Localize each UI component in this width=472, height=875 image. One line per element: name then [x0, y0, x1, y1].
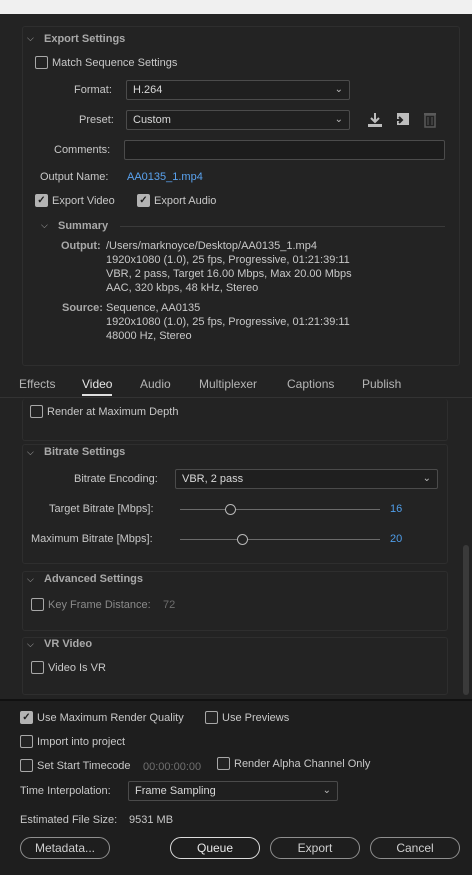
import-project-checkbox[interactable]: [20, 735, 33, 748]
max-bitrate-slider-knob[interactable]: [237, 534, 248, 545]
comments-field[interactable]: [124, 140, 445, 160]
set-start-timecode-checkbox[interactable]: [20, 759, 33, 772]
source-line: Sequence, AA0135: [106, 302, 201, 314]
use-max-render-label: Use Maximum Render Quality: [37, 712, 184, 724]
bitrate-encoding-dropdown[interactable]: VBR, 2 pass ⌄: [175, 469, 438, 489]
target-bitrate-label: Target Bitrate [Mbps]:: [49, 503, 154, 515]
render-max-depth-checkbox[interactable]: [30, 405, 43, 418]
use-max-render-checkbox[interactable]: ✓: [20, 711, 33, 724]
chevron-down-icon: ⌄: [334, 84, 343, 95]
video-is-vr-label: Video Is VR: [48, 662, 106, 674]
window-top-bar: [0, 0, 472, 14]
cancel-button[interactable]: Cancel: [370, 837, 460, 859]
output-line: 1920x1080 (1.0), 25 fps, Progressive, 01…: [106, 254, 350, 266]
render-alpha-checkbox[interactable]: [217, 757, 230, 770]
chevron-down-icon[interactable]: ⌵: [27, 33, 34, 44]
summary-divider: [120, 226, 445, 227]
tab-captions[interactable]: Captions: [287, 377, 334, 391]
format-dropdown[interactable]: H.264 ⌄: [126, 80, 350, 100]
chevron-down-icon: ⌄: [422, 473, 431, 484]
output-line: VBR, 2 pass, Target 16.00 Mbps, Max 20.0…: [106, 268, 352, 280]
export-video-label: Export Video: [52, 195, 115, 207]
chevron-down-icon[interactable]: ⌵: [27, 574, 34, 585]
export-video-checkbox[interactable]: ✓: [35, 194, 48, 207]
max-bitrate-value[interactable]: 20: [390, 533, 402, 545]
use-previews-label: Use Previews: [222, 712, 290, 724]
settings-tabs: Effects Video Audio Multiplexer Captions…: [0, 370, 472, 398]
preset-value: Custom: [133, 114, 171, 126]
export-audio-checkbox[interactable]: ✓: [137, 194, 150, 207]
target-bitrate-value[interactable]: 16: [390, 503, 402, 515]
key-frame-label: Key Frame Distance:: [48, 599, 151, 611]
time-interp-dropdown[interactable]: Frame Sampling ⌄: [128, 781, 338, 801]
comments-label: Comments:: [54, 144, 111, 156]
match-sequence-label: Match Sequence Settings: [52, 57, 178, 69]
preset-dropdown[interactable]: Custom ⌄: [126, 110, 350, 130]
export-settings-header: Export Settings: [44, 33, 126, 45]
scrollbar-thumb[interactable]: [463, 545, 469, 695]
key-frame-checkbox[interactable]: [31, 598, 44, 611]
import-project-label: Import into project: [37, 736, 126, 748]
est-file-size-value: 9531 MB: [129, 814, 174, 826]
bitrate-settings-header: Bitrate Settings: [44, 446, 126, 458]
queue-button[interactable]: Queue: [170, 837, 260, 859]
time-interp-value: Frame Sampling: [135, 785, 216, 797]
target-bitrate-slider-track[interactable]: [180, 509, 380, 510]
bitrate-encoding-label: Bitrate Encoding:: [74, 473, 158, 485]
render-max-depth-label: Render at Maximum Depth: [47, 406, 179, 418]
output-line: AAC, 320 kbps, 48 kHz, Stereo: [106, 282, 259, 294]
chevron-down-icon[interactable]: ⌵: [41, 220, 48, 231]
max-bitrate-label: Maximum Bitrate [Mbps]:: [31, 533, 153, 545]
tab-audio[interactable]: Audio: [140, 377, 171, 391]
tab-video[interactable]: Video: [82, 377, 113, 396]
source-line: 1920x1080 (1.0), 25 fps, Progressive, 01…: [106, 316, 350, 328]
set-start-timecode-label: Set Start Timecode: [37, 760, 131, 772]
advanced-settings-header: Advanced Settings: [44, 573, 144, 585]
match-sequence-checkbox[interactable]: [35, 56, 48, 69]
render-alpha-label: Render Alpha Channel Only: [234, 758, 371, 770]
chevron-down-icon: ⌄: [334, 114, 343, 125]
time-interp-label: Time Interpolation:: [20, 785, 111, 797]
vr-video-header: VR Video: [44, 638, 93, 650]
format-label: Format:: [74, 84, 112, 96]
chevron-down-icon[interactable]: ⌵: [27, 447, 34, 458]
export-audio-label: Export Audio: [154, 195, 217, 207]
preset-label: Preset:: [79, 114, 114, 126]
target-bitrate-slider-knob[interactable]: [225, 504, 236, 515]
start-timecode-value[interactable]: 00:00:00:00: [143, 761, 201, 773]
chevron-down-icon: ⌄: [322, 785, 331, 796]
format-value: H.264: [133, 84, 163, 96]
chevron-down-icon[interactable]: ⌵: [27, 639, 34, 650]
import-preset-icon[interactable]: [393, 112, 411, 128]
output-name-link[interactable]: AA0135_1.mp4: [127, 171, 203, 183]
tab-multiplexer[interactable]: Multiplexer: [199, 377, 257, 391]
bitrate-encoding-value: VBR, 2 pass: [182, 473, 244, 485]
export-button[interactable]: Export: [270, 837, 360, 859]
output-label: Output:: [61, 240, 101, 252]
key-frame-value[interactable]: 72: [163, 599, 175, 611]
tab-publish[interactable]: Publish: [362, 377, 401, 391]
save-preset-icon[interactable]: [366, 112, 384, 128]
delete-preset-icon[interactable]: [423, 111, 437, 128]
est-file-size-label: Estimated File Size:: [20, 814, 118, 826]
output-line: /Users/marknoyce/Desktop/AA0135_1.mp4: [106, 240, 317, 252]
output-name-label: Output Name:: [40, 171, 109, 183]
max-bitrate-slider-track[interactable]: [180, 539, 380, 540]
video-is-vr-checkbox[interactable]: [31, 661, 44, 674]
summary-header: Summary: [58, 220, 109, 232]
metadata-button[interactable]: Metadata...: [20, 837, 110, 859]
source-label: Source:: [62, 302, 103, 314]
tab-effects[interactable]: Effects: [19, 377, 55, 391]
use-previews-checkbox[interactable]: [205, 711, 218, 724]
source-line: 48000 Hz, Stereo: [106, 330, 192, 342]
